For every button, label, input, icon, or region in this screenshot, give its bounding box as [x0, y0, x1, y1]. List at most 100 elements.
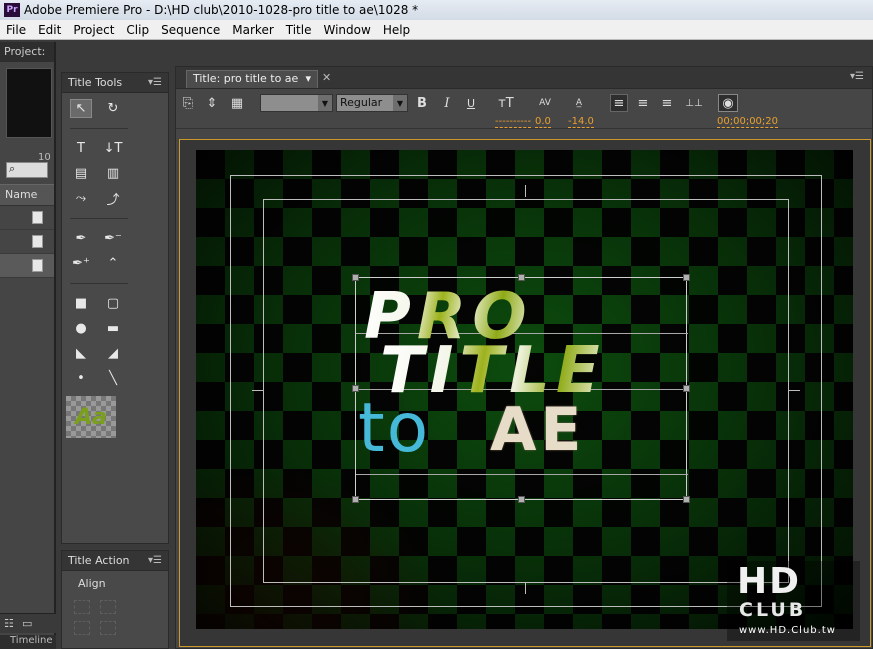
close-icon[interactable]: ✕ — [322, 71, 331, 84]
font-family-select[interactable]: ▼ — [260, 94, 333, 112]
font-style-select[interactable]: Regular ▼ — [336, 94, 408, 112]
menu-clip[interactable]: Clip — [120, 23, 155, 37]
panel-menu-icon[interactable]: ▾☰ — [148, 555, 162, 566]
selection-tool-icon[interactable]: ↖ — [70, 99, 92, 118]
menu-sequence[interactable]: Sequence — [155, 23, 226, 37]
resize-handle[interactable] — [683, 496, 690, 503]
project-tab[interactable]: Project: — [0, 42, 54, 62]
resize-handle[interactable] — [683, 274, 690, 281]
resize-handle[interactable] — [518, 274, 525, 281]
tool-divider — [70, 128, 128, 129]
chevron-down-icon[interactable]: ▾ — [305, 72, 311, 87]
menu-help[interactable]: Help — [377, 23, 416, 37]
type-tool-icon[interactable]: T — [70, 139, 92, 158]
line-tool-icon[interactable]: ╲ — [102, 369, 124, 388]
watermark-club: CLUB — [739, 599, 807, 621]
title-tools-tab[interactable]: Title Tools ▾☰ — [62, 73, 168, 93]
menu-project[interactable]: Project — [67, 23, 120, 37]
align-left-button[interactable] — [74, 600, 90, 614]
convert-anchor-tool-icon[interactable]: ⌃ — [102, 254, 124, 273]
font-size-value[interactable]: ---------- — [495, 116, 532, 128]
project-preview-thumbnail — [6, 68, 52, 138]
title-document-tab[interactable]: Title: pro title to ae ▾ — [186, 70, 318, 88]
icon-view-icon[interactable]: ▭ — [22, 617, 32, 630]
italic-button[interactable]: I — [440, 94, 454, 112]
leading-value[interactable]: -14.0 — [568, 116, 594, 128]
chevron-down-icon: ▼ — [393, 95, 407, 111]
align-left-text-icon[interactable]: ≡ — [610, 94, 628, 112]
project-column-name[interactable]: Name — [0, 184, 54, 206]
menu-file[interactable]: File — [0, 23, 32, 37]
project-view-buttons: ☷ ▭ — [0, 613, 56, 633]
vertical-path-type-tool-icon[interactable]: ⤴ — [102, 189, 124, 208]
roll-crawl-options-icon[interactable]: ⇕ — [204, 94, 220, 112]
title-properties-toolbar: ⎘ ⇕ ▦ ▼ Regular ▼ B I U ᴛT AV A̲ -------… — [176, 89, 872, 129]
title-style-swatch[interactable]: Aa — [66, 396, 116, 438]
background-timecode[interactable]: 00;00;00;20 — [717, 116, 779, 128]
title-actions-panel: Title Action ▾☰ Align — [61, 550, 169, 649]
delete-anchor-tool-icon[interactable]: ✒⁻ — [102, 229, 124, 248]
show-background-video-icon[interactable]: ◉ — [718, 94, 738, 112]
rounded-rectangle-tool-icon[interactable]: ▢ — [102, 294, 124, 313]
rotation-tool-icon[interactable]: ↻ — [102, 99, 124, 118]
center-tick — [525, 185, 526, 197]
add-anchor-tool-icon[interactable]: ✒⁺ — [70, 254, 92, 273]
title-tools-tab-label: Title Tools — [68, 76, 123, 89]
watermark-url: www.HD.Club.tw — [739, 625, 836, 636]
align-center-button[interactable] — [99, 600, 116, 614]
arc-tool-icon[interactable]: ◢ — [102, 344, 124, 363]
watermark-hd: HD — [737, 561, 802, 602]
menu-marker[interactable]: Marker — [226, 23, 279, 37]
tool-divider — [70, 218, 128, 219]
align-section-label: Align — [78, 577, 106, 590]
menu-bar: File Edit Project Clip Sequence Marker T… — [0, 20, 873, 40]
underline-button[interactable]: U — [464, 94, 478, 112]
tab-stops-icon[interactable]: ⊥⊥ — [684, 94, 704, 112]
project-item-selected[interactable] — [0, 254, 54, 278]
ellipse-tool-icon[interactable]: ● — [70, 319, 92, 338]
panel-menu-icon[interactable]: ▾☰ — [148, 77, 162, 88]
rounded-corner-tool-icon[interactable]: ▬ — [102, 319, 124, 338]
align-top-button[interactable] — [74, 621, 90, 635]
title-canvas[interactable]: PRO TITLE to AE — [196, 150, 853, 629]
title-text-object[interactable]: PRO TITLE to AE — [352, 274, 690, 503]
window-title: Adobe Premiere Pro - D:\HD club\2010-102… — [24, 3, 419, 17]
project-search-input[interactable]: ⌕ — [6, 162, 48, 178]
kerning-icon: AV — [539, 98, 551, 108]
menu-title[interactable]: Title — [280, 23, 318, 37]
title-file-icon — [32, 235, 43, 248]
resize-handle[interactable] — [352, 385, 359, 392]
pen-tool-icon[interactable]: ✒ — [70, 229, 92, 248]
align-right-text-icon[interactable]: ≡ — [658, 94, 676, 112]
resize-handle[interactable] — [352, 274, 359, 281]
title-tools-panel: Title Tools ▾☰ ↖ ↻ T ↓T ▤ ▥ ⤳ ⤴ ✒ ✒⁻ ✒⁺ … — [61, 72, 169, 544]
wedge-tool-icon[interactable]: ◣ — [70, 344, 92, 363]
align-middle-button[interactable] — [99, 621, 116, 635]
leading-icon: A̲ — [575, 98, 583, 108]
templates-icon[interactable]: ▦ — [228, 94, 246, 112]
vertical-type-tool-icon[interactable]: ↓T — [102, 139, 124, 158]
resize-handle[interactable] — [352, 496, 359, 503]
new-title-icon[interactable]: ⎘ — [180, 94, 196, 112]
rectangle-tool-icon[interactable]: ■ — [70, 294, 92, 313]
path-type-tool-icon[interactable]: ⤳ — [70, 189, 92, 208]
panel-menu-icon[interactable]: ▾☰ — [850, 71, 864, 82]
project-item[interactable] — [0, 230, 54, 254]
bold-button[interactable]: B — [415, 94, 429, 112]
timeline-tab[interactable]: Timeline — [0, 635, 56, 649]
ellipse-small-tool-icon[interactable]: • — [70, 369, 92, 388]
resize-handle[interactable] — [518, 496, 525, 503]
resize-handle[interactable] — [683, 385, 690, 392]
align-center-text-icon[interactable]: ≡ — [634, 94, 652, 112]
menu-window[interactable]: Window — [317, 23, 376, 37]
area-type-tool-icon[interactable]: ▤ — [70, 164, 92, 183]
title-text-line-3-word-2: AE — [490, 395, 586, 465]
tool-grid: ↖ ↻ T ↓T ▤ ▥ ⤳ ⤴ ✒ ✒⁻ ✒⁺ ⌃ ■ ▢ ● ▬ ◣ ◢ •… — [62, 93, 168, 388]
title-actions-tab-label: Title Action — [68, 554, 130, 567]
kerning-value[interactable]: 0.0 — [535, 116, 551, 128]
vertical-area-type-tool-icon[interactable]: ▥ — [102, 164, 124, 183]
title-actions-tab[interactable]: Title Action ▾☰ — [62, 551, 168, 571]
list-view-icon[interactable]: ☷ — [4, 617, 14, 630]
project-item[interactable] — [0, 206, 54, 230]
menu-edit[interactable]: Edit — [32, 23, 67, 37]
